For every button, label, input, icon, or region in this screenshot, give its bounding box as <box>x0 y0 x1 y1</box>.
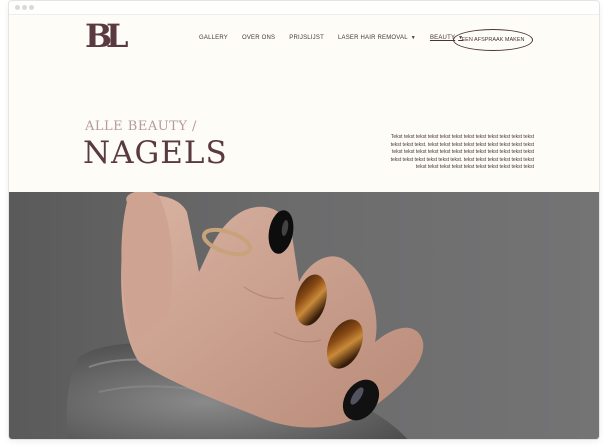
nav-item-gallery[interactable]: GALLERY <box>199 35 228 41</box>
nav-item-label: BEAUTY <box>429 35 456 41</box>
window-chrome <box>9 1 599 15</box>
nav-item-label: PRIJSLIJST <box>289 35 324 41</box>
book-appointment-button[interactable]: EEN AFSPRAAK MAKEN <box>453 29 533 51</box>
browser-window: BL GALLERY OVER ONS PRIJSLIJST LASER HAI… <box>8 0 600 440</box>
window-dot-icon <box>29 5 34 10</box>
breadcrumb: ALLE BEAUTY / <box>85 119 197 134</box>
hand-nails-illustration <box>66 192 424 439</box>
page-title: NAGELS <box>83 135 228 171</box>
intro-text: Tekst tekst tekst tekst tekst tekst teks… <box>390 134 534 171</box>
hero-image <box>9 192 599 439</box>
nav-item-label: LASER HAIR REMOVAL <box>337 35 408 41</box>
nav-item-prijslijst[interactable]: PRIJSLIJST <box>289 35 324 41</box>
main-nav: GALLERY OVER ONS PRIJSLIJST LASER HAIR R… <box>199 35 477 41</box>
window-dot-icon <box>15 5 20 10</box>
nav-item-over-ons[interactable]: OVER ONS <box>242 35 275 41</box>
nav-item-label: GALLERY <box>199 35 228 41</box>
window-dot-icon <box>22 5 27 10</box>
nav-item-laser-hair-removal[interactable]: LASER HAIR REMOVAL ▼ <box>338 35 416 41</box>
caret-down-icon: ▼ <box>410 35 416 41</box>
nav-item-label: OVER ONS <box>241 35 276 41</box>
logo[interactable]: BL <box>85 17 128 55</box>
